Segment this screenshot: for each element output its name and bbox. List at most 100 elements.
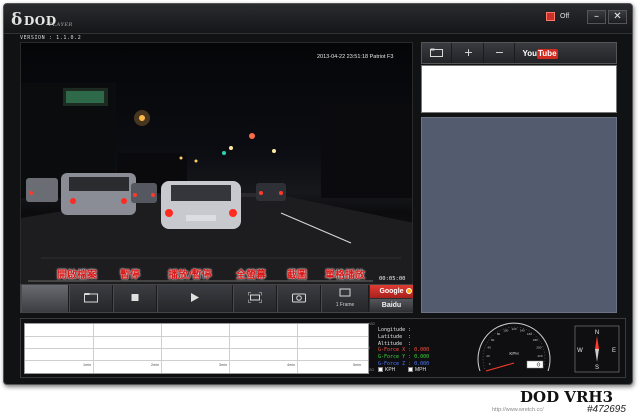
plus-icon: + — [463, 46, 474, 59]
graph-tick: 5min — [353, 363, 362, 367]
selected-indicator-icon — [406, 288, 412, 294]
version-label: VERSION : 1.1.0.2 — [20, 35, 82, 41]
grid-line — [161, 324, 162, 373]
latitude-readout: Latitude : — [378, 333, 412, 340]
caption-open-file: 開啟檔案 — [57, 270, 97, 281]
title-bar: δDOD PLAYER Off – ✕ — [4, 4, 632, 34]
fullscreen-icon — [247, 291, 263, 305]
graph-tick: 2min — [151, 363, 160, 367]
kph-option[interactable]: KPH — [378, 367, 395, 373]
longitude-readout: Longitude : — [378, 327, 412, 333]
grid-line — [229, 324, 230, 373]
compass-e: E — [612, 348, 616, 354]
speed-scale-label: 60 — [491, 338, 495, 342]
youtube-logo-you: You — [522, 49, 537, 58]
home-button[interactable] — [21, 285, 69, 312]
speed-scale-label: 240 — [536, 362, 541, 366]
playlist-toolbar: + − YouTube — [421, 42, 617, 64]
telemetry-panel: 1min 2min 3min 4min 5min +2G 0 -2G Longi… — [20, 318, 626, 378]
caption-play-pause: 播放/暫停 — [168, 270, 212, 281]
graph-yscale-label: +2G — [368, 322, 375, 326]
speed-scale-label: 200 — [536, 346, 541, 350]
playlist-box[interactable] — [421, 65, 617, 113]
compass-n: N — [595, 330, 599, 336]
speed-scale-label: 100 — [503, 328, 508, 332]
graph-yscale-label: 0 — [368, 346, 370, 350]
graph-yscale-label: -2G — [368, 368, 374, 372]
caption-fullscreen: 全螢幕 — [236, 270, 266, 281]
speed-scale-label: 20 — [486, 354, 490, 358]
off-label: Off — [560, 13, 570, 20]
baidu-label: Baidu — [381, 302, 402, 309]
youtube-upload-button[interactable]: YouTube — [517, 43, 563, 63]
stop-icon — [131, 293, 139, 304]
compass-w: W — [577, 348, 583, 354]
radio-icon — [378, 367, 383, 372]
gforce-graph[interactable]: 1min 2min 3min 4min 5min — [24, 323, 369, 374]
radio-icon — [408, 367, 413, 372]
folder-icon — [430, 46, 443, 59]
frame-step-label: 1 Frame — [335, 302, 355, 308]
playlist-folder-button[interactable] — [422, 43, 452, 63]
graph-tick: 3min — [219, 363, 228, 367]
open-file-button[interactable] — [69, 285, 113, 312]
google-label: Google — [379, 288, 404, 295]
close-button[interactable]: ✕ — [608, 10, 627, 24]
speed-scale-label: 80 — [497, 332, 501, 336]
app-logo: δDOD PLAYER — [11, 10, 72, 30]
graph-tick: 4min — [287, 363, 296, 367]
video-viewport[interactable]: 2013-04-22 23:51:18 Patriot F3 00:05:00 — [20, 42, 413, 286]
speed-scale-label: 0 — [489, 362, 491, 366]
caption-frame-step: 單格播放 — [325, 270, 365, 281]
fullscreen-button[interactable] — [233, 285, 277, 312]
compass-needle-south — [595, 349, 599, 362]
dashcam-scene — [21, 83, 412, 285]
speed-scale-label: 40 — [487, 346, 491, 350]
speed-scale-label: 180 — [533, 338, 538, 342]
play-icon — [191, 292, 199, 305]
speed-scale-label: 120 — [511, 327, 516, 331]
grid-line — [25, 360, 368, 361]
youtube-logo-tube: Tube — [537, 49, 558, 59]
caption-screenshot: 截圖 — [287, 270, 307, 281]
playlist-remove-button[interactable]: − — [485, 43, 515, 63]
minus-icon: − — [494, 46, 505, 59]
screenshot-button[interactable] — [277, 285, 321, 312]
google-map-button[interactable]: Google — [370, 285, 413, 298]
altitude-readout: Altitude : — [378, 340, 412, 347]
osd-datetime: 2013-04-22 23:51:18 Patriot F3 — [317, 54, 394, 60]
kph-label: KPH — [385, 367, 396, 373]
grid-line — [297, 324, 298, 373]
speed-unit: KPH — [509, 351, 518, 356]
speed-scale-label: 220 — [537, 354, 542, 358]
logo-glyph: δ — [11, 10, 23, 30]
compass-s: S — [595, 365, 599, 371]
logo-subtitle: PLAYER — [49, 22, 73, 28]
compass: N S E W — [574, 325, 620, 373]
photo-id: #472695 — [587, 404, 626, 415]
minimize-button[interactable]: – — [587, 10, 606, 24]
camera-icon — [292, 292, 306, 305]
graph-tick: 1min — [83, 363, 92, 367]
speed-scale-label: 140 — [520, 328, 525, 332]
mph-label: MPH — [415, 367, 427, 373]
watermark: http://www.wretch.cc/ — [492, 407, 544, 413]
playback-controls: 1 Frame Google Baidu — [20, 284, 413, 313]
speedometer: KPH 0 0 20 406080100 120 140160180 200 220 240 — [477, 322, 551, 372]
play-pause-button[interactable] — [157, 285, 233, 312]
map-panel[interactable] — [421, 117, 617, 313]
gforce-x-readout: G-Force X : 0.000 — [378, 347, 430, 354]
playlist-add-button[interactable]: + — [454, 43, 484, 63]
grid-line — [25, 336, 368, 337]
grid-line — [93, 324, 94, 373]
gps-readouts: Longitude : Latitude : Altitude : G-Forc… — [378, 327, 429, 368]
baidu-map-button[interactable]: Baidu — [370, 299, 413, 312]
folder-icon — [84, 292, 98, 305]
gforce-y-readout: G-Force Y : 0.000 — [378, 354, 430, 361]
frame-step-button[interactable]: 1 Frame — [321, 285, 369, 312]
mph-option[interactable]: MPH — [408, 367, 426, 373]
speed-scale: 0 20 406080100 120 140160180 200 220 240 — [486, 327, 543, 366]
compass-needle-north — [595, 336, 599, 349]
off-toggle[interactable] — [546, 12, 555, 21]
stop-button[interactable] — [113, 285, 157, 312]
